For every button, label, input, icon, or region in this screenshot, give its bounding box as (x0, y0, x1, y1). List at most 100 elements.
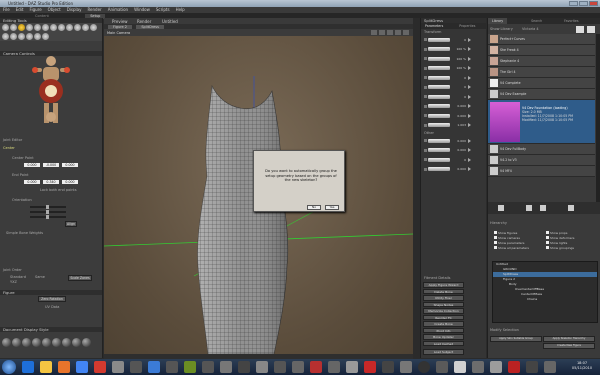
figure-selector-icon[interactable] (30, 53, 72, 133)
rotate-tool-icon[interactable] (10, 24, 17, 31)
setup-button[interactable]: Create Bone (423, 321, 464, 327)
param-value[interactable]: 100 % (452, 57, 466, 61)
orientation-z-slider[interactable] (30, 215, 66, 219)
orientation-x-slider[interactable] (30, 205, 66, 209)
setup-button[interactable]: Reorder FC (423, 314, 464, 320)
app-icon[interactable] (508, 361, 520, 373)
param-row[interactable]: 1.003 (421, 121, 486, 131)
library-item[interactable]: V4.2 to V3 (488, 155, 595, 166)
view-thumbnails-icon[interactable] (587, 26, 595, 33)
param-slider[interactable] (428, 157, 450, 162)
param-row[interactable]: 0 (421, 83, 486, 93)
app-icon[interactable] (382, 361, 394, 373)
app-icon[interactable] (202, 361, 214, 373)
param-value[interactable]: 0.000 (452, 139, 466, 143)
align-button[interactable]: Align (65, 221, 77, 227)
setup-button[interactable]: Delete Bone (423, 288, 464, 294)
arrow-right-icon[interactable] (468, 75, 472, 80)
arrow-right-icon[interactable] (468, 47, 472, 52)
arrow-right-icon[interactable] (468, 94, 472, 99)
app-icon[interactable] (112, 361, 124, 373)
scale-tool-icon[interactable] (34, 24, 41, 31)
orientation-y-slider[interactable] (30, 210, 66, 214)
setup-button[interactable]: Pivot Info (423, 327, 464, 333)
param-value[interactable]: 0 (452, 85, 466, 89)
setup-button[interactable]: Utility Fixer (423, 295, 464, 301)
param-value[interactable]: 0 (452, 158, 466, 162)
setup-button[interactable]: Load Cached (423, 340, 464, 346)
app-icon[interactable] (256, 361, 268, 373)
param-row[interactable]: 100 % (421, 64, 486, 74)
style-box-icon[interactable] (2, 338, 11, 347)
param-row[interactable]: 0.000 (421, 102, 486, 112)
app-icon[interactable] (544, 361, 556, 373)
order-value[interactable]: YXZ (10, 280, 17, 284)
source-select[interactable]: Victoria 4 (522, 27, 539, 31)
add-icon[interactable] (526, 205, 532, 211)
setup-button[interactable]: Shape Nodes (423, 301, 464, 307)
param-value[interactable]: 0 (452, 76, 466, 80)
tab-properties[interactable]: Properties (455, 23, 479, 29)
end-x-field[interactable]: 0.000 (24, 180, 40, 184)
param-slider[interactable] (428, 85, 450, 90)
opera-icon[interactable] (94, 361, 106, 373)
style-smooth-icon[interactable] (42, 338, 51, 347)
param-row[interactable]: 0.000 (421, 136, 486, 146)
tree-node[interactable]: Chains (493, 297, 597, 302)
arrow-right-icon[interactable] (468, 148, 472, 153)
app-icon[interactable] (346, 361, 358, 373)
camera-frame-icon[interactable] (42, 33, 49, 40)
param-slider[interactable] (428, 75, 450, 80)
param-slider[interactable] (428, 138, 450, 143)
param-slider[interactable] (428, 123, 450, 128)
param-slider[interactable] (428, 113, 450, 118)
view-frame-icon[interactable] (403, 30, 409, 35)
style-shaded-icon[interactable] (82, 338, 91, 347)
app-icon[interactable] (454, 361, 466, 373)
view-rotate-icon[interactable] (379, 30, 385, 35)
param-slider[interactable] (428, 56, 450, 61)
param-slider[interactable] (428, 66, 450, 71)
media-icon[interactable] (58, 361, 70, 373)
refresh-icon[interactable] (498, 205, 504, 211)
zero-rotation-button[interactable]: Zero Rotation (38, 296, 66, 302)
dialog-yes-button[interactable]: Yes (325, 205, 339, 210)
style-wire-icon[interactable] (12, 338, 21, 347)
grab-tool-icon[interactable] (90, 24, 97, 31)
param-slider[interactable] (428, 167, 450, 172)
library-item[interactable]: The Girl 4 (488, 67, 595, 78)
library-item[interactable]: V4 Complete (488, 78, 595, 89)
select-tool-icon[interactable] (2, 24, 9, 31)
library-item-selected[interactable]: V4 Dev Foundation (loading) Size: 2.0 MB… (488, 100, 595, 144)
app-icon[interactable] (166, 361, 178, 373)
param-value[interactable]: 100 % (452, 47, 466, 51)
ie-icon[interactable] (22, 361, 34, 373)
arrow-right-icon[interactable] (468, 113, 472, 118)
app-icon[interactable] (274, 361, 286, 373)
arrow-right-icon[interactable] (468, 85, 472, 90)
view-cube-icon[interactable] (371, 30, 377, 35)
library-item[interactable]: V4 Dev Example (488, 89, 595, 100)
arrow-right-icon[interactable] (468, 138, 472, 143)
apply-skin-button[interactable]: Apply Skin Suitable Group (490, 336, 542, 342)
param-row[interactable]: 100 % (421, 54, 486, 64)
param-value[interactable]: 0.000 (452, 167, 466, 171)
simple-bone-weights-checkbox[interactable]: Simple Bone Weights (6, 231, 43, 235)
checkbox-show-all-parameters[interactable]: Show all parameters (494, 245, 546, 250)
setup-button[interactable]: Apply Figure Wizard (423, 282, 464, 288)
param-value[interactable]: 0.000 (452, 114, 466, 118)
photoshop-icon[interactable] (148, 361, 160, 373)
param-row[interactable]: 0 (421, 92, 486, 102)
camera-roll-icon[interactable] (34, 33, 41, 40)
explorer-icon[interactable] (40, 361, 52, 373)
app-icon[interactable] (436, 361, 448, 373)
apply-skeleton-button[interactable]: Apply Skeleton Hierarchy (543, 336, 595, 342)
app-icon[interactable] (328, 361, 340, 373)
show-library-select[interactable]: Show Library (490, 27, 513, 31)
style-flat-icon[interactable] (52, 338, 61, 347)
param-slider[interactable] (428, 148, 450, 153)
move-tool-icon[interactable] (82, 24, 89, 31)
maximize-button[interactable] (579, 1, 588, 6)
bend-tool-icon[interactable] (74, 24, 81, 31)
library-item[interactable]: V4 MF4 (488, 166, 595, 177)
